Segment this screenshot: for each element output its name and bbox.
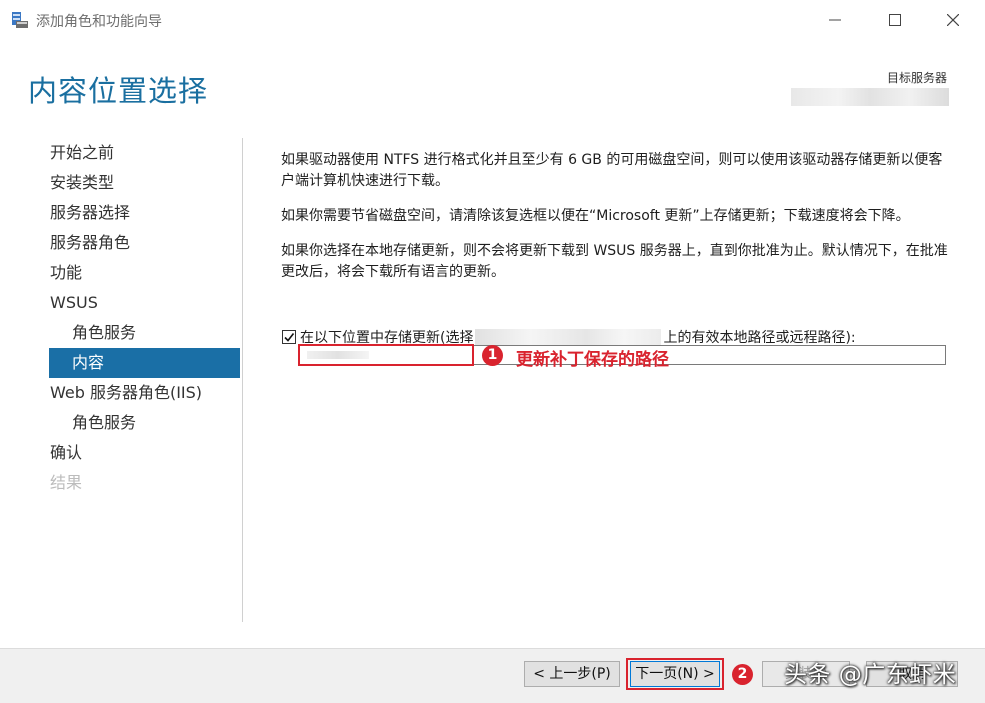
watermark: 头条 @广东虾米 <box>784 662 957 688</box>
nav-item-results: 结果 <box>50 473 83 492</box>
nav-item-iis-role-services[interactable]: 角色服务 <box>38 408 242 438</box>
nav-item-web-server-role[interactable]: Web 服务器角色(IIS) <box>38 378 242 408</box>
store-updates-checkbox[interactable] <box>282 330 296 344</box>
annotation-note-path: 更新补丁保存的路径 <box>516 350 669 370</box>
annotation-badge-2: 2 <box>732 664 753 685</box>
close-icon <box>947 14 959 26</box>
nav-item-before-you-begin[interactable]: 开始之前 <box>38 138 242 168</box>
target-server-label: 目标服务器 <box>886 71 947 85</box>
target-server-value-redacted <box>791 88 949 106</box>
annotation-badge-1: 1 <box>482 345 503 366</box>
close-button[interactable] <box>930 0 976 40</box>
nav-item-server-roles[interactable]: 服务器角色 <box>38 228 242 258</box>
nav-item-features[interactable]: 功能 <box>38 258 242 288</box>
minimize-icon <box>829 19 841 21</box>
description-paragraph-3: 如果你选择在本地存储更新，则不会将更新下载到 WSUS 服务器上，直到你批准为止… <box>281 243 948 280</box>
wizard-nav: 开始之前 安装类型 服务器选择 服务器角色 功能 WSUS 角色服务 内容 We… <box>38 138 242 498</box>
nav-item-wsus[interactable]: WSUS <box>38 288 242 318</box>
description-paragraph-2: 如果你需要节省磁盘空间，请清除该复选框以便在“Microsoft 更新”上存储更… <box>281 208 910 224</box>
nav-item-server-selection[interactable]: 服务器选择 <box>38 198 242 228</box>
description-paragraph-1: 如果驱动器使用 NTFS 进行格式化并且至少有 6 GB 的可用磁盘空间，则可以… <box>281 152 943 189</box>
annotation-highlight-path <box>298 344 474 366</box>
nav-divider <box>242 138 243 622</box>
nav-item-installation-type[interactable]: 安装类型 <box>38 168 242 198</box>
previous-button[interactable]: < 上一步(P) <box>524 661 620 687</box>
page-title: 内容位置选择 <box>28 74 209 108</box>
nav-item-confirmation[interactable]: 确认 <box>38 438 242 468</box>
server-name-redacted <box>475 328 662 346</box>
title-bar: 添加角色和功能向导 <box>0 0 985 40</box>
maximize-icon <box>889 14 901 26</box>
maximize-button[interactable] <box>872 0 918 40</box>
checkbox-label-suffix: 上的有效本地路径或远程路径): <box>663 330 856 346</box>
annotation-highlight-next <box>626 658 724 690</box>
window-title: 添加角色和功能向导 <box>36 14 162 30</box>
nav-item-wsus-role-services[interactable]: 角色服务 <box>38 318 242 348</box>
minimize-button[interactable] <box>812 0 858 40</box>
server-manager-icon <box>10 10 30 30</box>
nav-item-content[interactable]: 内容 <box>49 348 240 378</box>
content-description: 如果驱动器使用 NTFS 进行格式化并且至少有 6 GB 的可用磁盘空间，则可以… <box>281 150 953 297</box>
checkmark-icon <box>284 333 295 342</box>
